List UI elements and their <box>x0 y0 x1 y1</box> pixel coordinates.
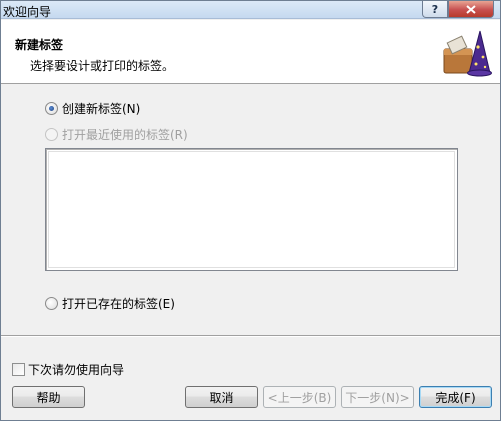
dont-show-wizard-option[interactable]: 下次请勿使用向导 <box>12 361 124 378</box>
radio-create-new[interactable] <box>45 102 58 115</box>
dont-show-wizard-checkbox[interactable] <box>12 363 25 376</box>
next-button[interactable]: 下一步(N)> <box>341 386 414 408</box>
option-open-existing-label: 打开已存在的标签(E) <box>62 297 175 311</box>
page-title: 新建标签 <box>15 38 64 52</box>
page-subtitle: 选择要设计或打印的标签。 <box>30 59 175 73</box>
close-button[interactable] <box>448 1 494 18</box>
back-button[interactable]: <上一步(B) <box>263 386 336 408</box>
close-icon <box>466 4 476 14</box>
recent-labels-list[interactable] <box>45 148 458 271</box>
wizard-hat-icon <box>443 30 492 77</box>
finish-button[interactable]: 完成(F) <box>419 386 492 408</box>
question-mark-icon: ? <box>431 2 439 16</box>
wizard-header: 新建标签 选择要设计或打印的标签。 <box>1 20 500 84</box>
option-open-recent-label: 打开最近使用的标签(R) <box>62 128 188 142</box>
recent-labels-list-area <box>48 151 455 268</box>
title-bar[interactable]: 欢迎向导 ? <box>1 1 500 19</box>
option-create-new[interactable]: 创建新标签(N) <box>45 100 140 117</box>
option-open-recent: 打开最近使用的标签(R) <box>45 126 188 143</box>
help-caption-button[interactable]: ? <box>422 1 448 18</box>
help-button[interactable]: 帮助 <box>12 386 85 408</box>
welcome-wizard-dialog: 欢迎向导 ? 新建标签 选择要设计或打印的标签。 创建新标签(N) 打开最近使用… <box>0 0 501 421</box>
radio-open-recent <box>45 128 58 141</box>
dont-show-wizard-label: 下次请勿使用向导 <box>28 363 125 377</box>
option-create-new-label: 创建新标签(N) <box>62 102 141 116</box>
window-title: 欢迎向导 <box>3 5 52 19</box>
footer-divider <box>1 335 500 337</box>
radio-open-existing[interactable] <box>45 297 58 310</box>
option-open-existing[interactable]: 打开已存在的标签(E) <box>45 295 175 312</box>
cancel-button[interactable]: 取消 <box>185 386 258 408</box>
